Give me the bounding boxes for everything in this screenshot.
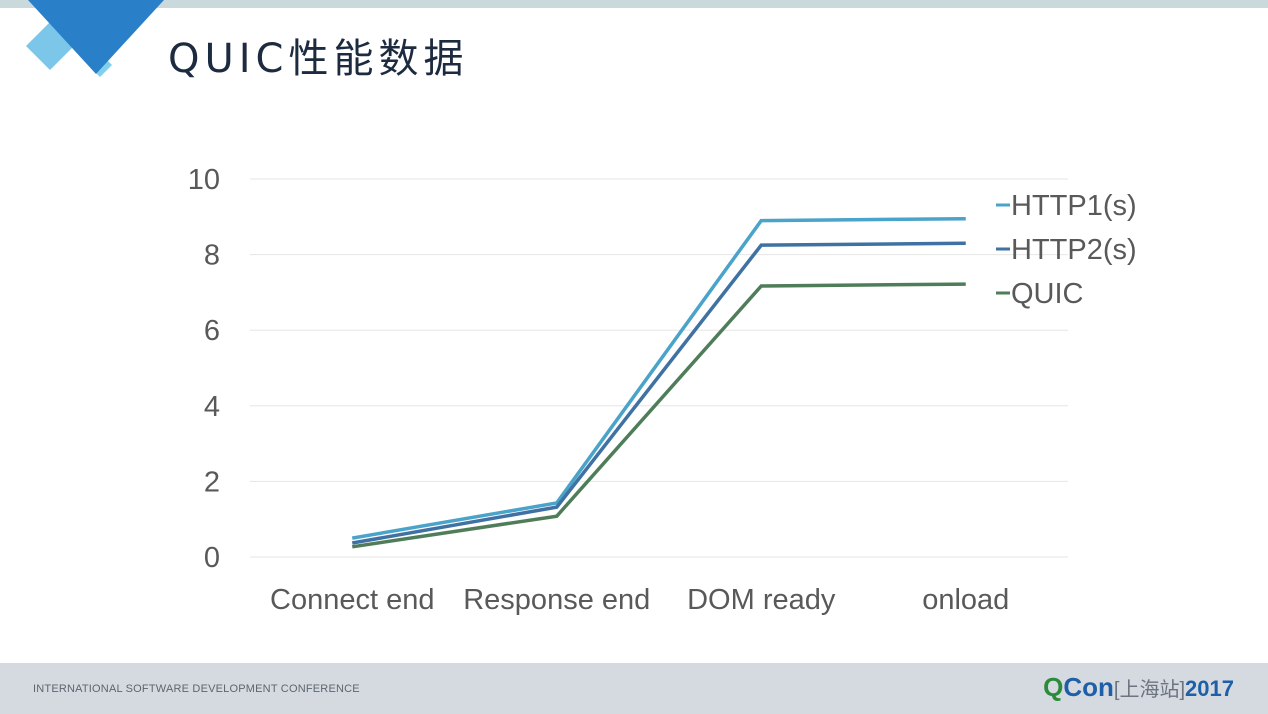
footer-bar: INTERNATIONAL SOFTWARE DEVELOPMENT CONFE… <box>0 663 1268 714</box>
y-tick-label: 4 <box>204 391 220 423</box>
y-tick-label: 10 <box>188 164 220 196</box>
x-tick-label: DOM ready <box>687 584 836 616</box>
x-tick-label: onload <box>922 584 1009 616</box>
legend-label: HTTP2(s) <box>1011 234 1137 266</box>
y-tick-label: 2 <box>204 466 220 498</box>
conference-name: INTERNATIONAL SOFTWARE DEVELOPMENT CONFE… <box>33 683 360 695</box>
brand-q: Q <box>1043 672 1064 702</box>
x-tick-label: Response end <box>463 584 650 616</box>
legend-label: QUIC <box>1011 278 1084 310</box>
series-line-http2s <box>351 241 966 545</box>
line-chart: 0 2 4 6 8 10 Connect end Response end DOM ready o… <box>188 164 1137 616</box>
y-tick-label: 8 <box>204 240 220 272</box>
y-tick-label: 0 <box>204 542 220 574</box>
x-tick-label: Connect end <box>270 584 434 616</box>
brand-location: [上海站] <box>1113 679 1186 701</box>
qcon-brand-logo: QCon[上海站]2017 <box>1043 672 1234 703</box>
y-tick-label: 6 <box>204 315 220 347</box>
brand-con: Con <box>1063 672 1114 702</box>
brand-year: 2017 <box>1185 676 1234 701</box>
legend-label: HTTP1(s) <box>1011 190 1137 222</box>
series-line-quic <box>351 282 966 549</box>
